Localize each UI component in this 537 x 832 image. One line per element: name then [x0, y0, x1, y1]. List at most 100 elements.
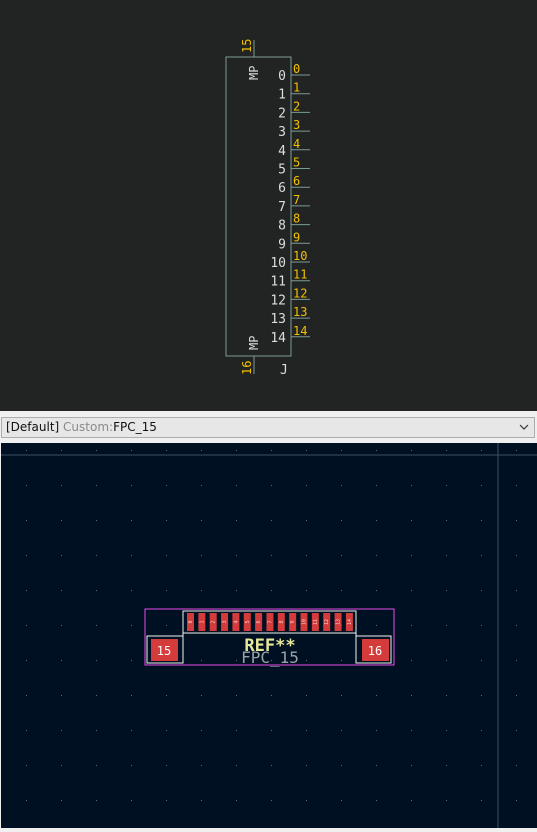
grid-dot: [446, 800, 447, 801]
pin-name: 10: [270, 256, 286, 271]
footprint-preview-panel[interactable]: 0 1 2 3 4 5 6 7 8 9 10 11 12 13 14 15 16 REF** FPC_15: [1, 443, 537, 828]
grid-dot: [411, 730, 412, 731]
signal-pad-label: 10: [302, 619, 308, 625]
grid-dot: [516, 450, 517, 451]
grid-dot: [131, 695, 132, 696]
grid-dot: [481, 765, 482, 766]
signal-pad-label: 5: [245, 620, 251, 623]
panel-divider[interactable]: [0, 411, 537, 416]
grid-dot: [341, 450, 342, 451]
signal-pads: 0 1 2 3 4 5 6 7 8 9 10 11 12 13 14: [187, 613, 353, 631]
grid-dot: [376, 520, 377, 521]
grid-dot: [26, 590, 27, 591]
grid-dot: [446, 730, 447, 731]
signal-pad-label: 8: [279, 620, 285, 623]
grid-dot: [481, 625, 482, 626]
pin-name: 12: [270, 293, 286, 308]
grid-dot: [481, 800, 482, 801]
grid-dot: [341, 800, 342, 801]
grid-dot: [516, 765, 517, 766]
mount-pad-left-label: 15: [157, 644, 171, 658]
grid-dot: [481, 520, 482, 521]
grid-dot: [516, 625, 517, 626]
grid-dot: [166, 695, 167, 696]
grid-dot: [131, 660, 132, 661]
grid-dot: [131, 625, 132, 626]
grid-dot: [131, 450, 132, 451]
grid-dot: [96, 590, 97, 591]
footprint-selector-dropdown[interactable]: [Default] Custom:FPC_15: [1, 417, 535, 438]
grid-dot: [96, 695, 97, 696]
grid-dot: [236, 485, 237, 486]
grid-dot: [271, 555, 272, 556]
signal-pad-label: 4: [233, 620, 239, 623]
grid-dot: [236, 800, 237, 801]
grid-dot: [516, 520, 517, 521]
grid-dot: [26, 765, 27, 766]
mount-pin-name-bottom: MP: [247, 336, 261, 350]
pin-name: 11: [270, 275, 286, 290]
footprint-canvas: 0 1 2 3 4 5 6 7 8 9 10 11 12 13 14 15 16 REF** FPC_15: [1, 443, 537, 828]
pin-name: 3: [278, 125, 286, 140]
pin-number: 14: [293, 324, 307, 338]
pin-name: 13: [270, 312, 286, 327]
footprint-selector-name: FPC_15: [113, 420, 157, 434]
grid-dot: [61, 450, 62, 451]
grid-dot: [236, 765, 237, 766]
grid-dot: [61, 765, 62, 766]
grid-dot: [376, 765, 377, 766]
pin-number: 5: [293, 156, 300, 170]
grid-dot: [411, 450, 412, 451]
grid-dot: [481, 555, 482, 556]
grid-dot: [26, 625, 27, 626]
grid-dot: [376, 625, 377, 626]
grid-dot: [166, 450, 167, 451]
grid-dot: [306, 695, 307, 696]
grid-dot: [166, 520, 167, 521]
grid-dot: [236, 660, 237, 661]
pin-name: 4: [278, 144, 286, 159]
mount-pin-number-top: 15: [240, 39, 254, 53]
pin-name: 8: [278, 219, 286, 234]
pin-number: 13: [293, 305, 307, 319]
grid-dot: [376, 730, 377, 731]
grid-dot: [306, 555, 307, 556]
grid-dot: [201, 555, 202, 556]
grid-dot: [166, 625, 167, 626]
grid-dot: [516, 485, 517, 486]
grid-dot: [341, 590, 342, 591]
grid-dot: [306, 765, 307, 766]
grid-dot: [131, 800, 132, 801]
signal-pad-label: 3: [222, 620, 228, 623]
pin-name: 1: [278, 88, 286, 103]
pin-number: 8: [293, 212, 300, 226]
grid-dot: [516, 660, 517, 661]
signal-pad-label: 14: [347, 619, 353, 625]
grid-dot: [341, 555, 342, 556]
grid-dot: [201, 730, 202, 731]
grid-dot: [61, 590, 62, 591]
grid-dot: [26, 450, 27, 451]
grid-dot: [96, 765, 97, 766]
pin-number: 9: [293, 230, 300, 244]
symbol-preview-panel[interactable]: 15 MP 16 MP J 0 0 1 1 2 2 3 3 4 4 5 5 6 6 7 7 8 8 9 9 10 10 11…: [0, 0, 537, 411]
grid-dot: [26, 485, 27, 486]
grid-dot: [61, 520, 62, 521]
grid-dot: [376, 590, 377, 591]
grid-dot: [341, 660, 342, 661]
grid-dot: [446, 765, 447, 766]
grid-dot: [131, 730, 132, 731]
grid-dot: [341, 485, 342, 486]
grid-dot: [376, 800, 377, 801]
grid-dot: [236, 450, 237, 451]
signal-pad-label: 7: [267, 620, 273, 623]
grid-dot: [96, 485, 97, 486]
pin-name: 0: [278, 69, 286, 84]
footprint-selector-prefix: [Default]: [6, 420, 60, 434]
grid-dot: [201, 450, 202, 451]
grid-dot: [236, 730, 237, 731]
pin-number: 1: [293, 81, 300, 95]
grid-dot: [306, 660, 307, 661]
grid-dot: [131, 765, 132, 766]
grid-dot: [341, 765, 342, 766]
